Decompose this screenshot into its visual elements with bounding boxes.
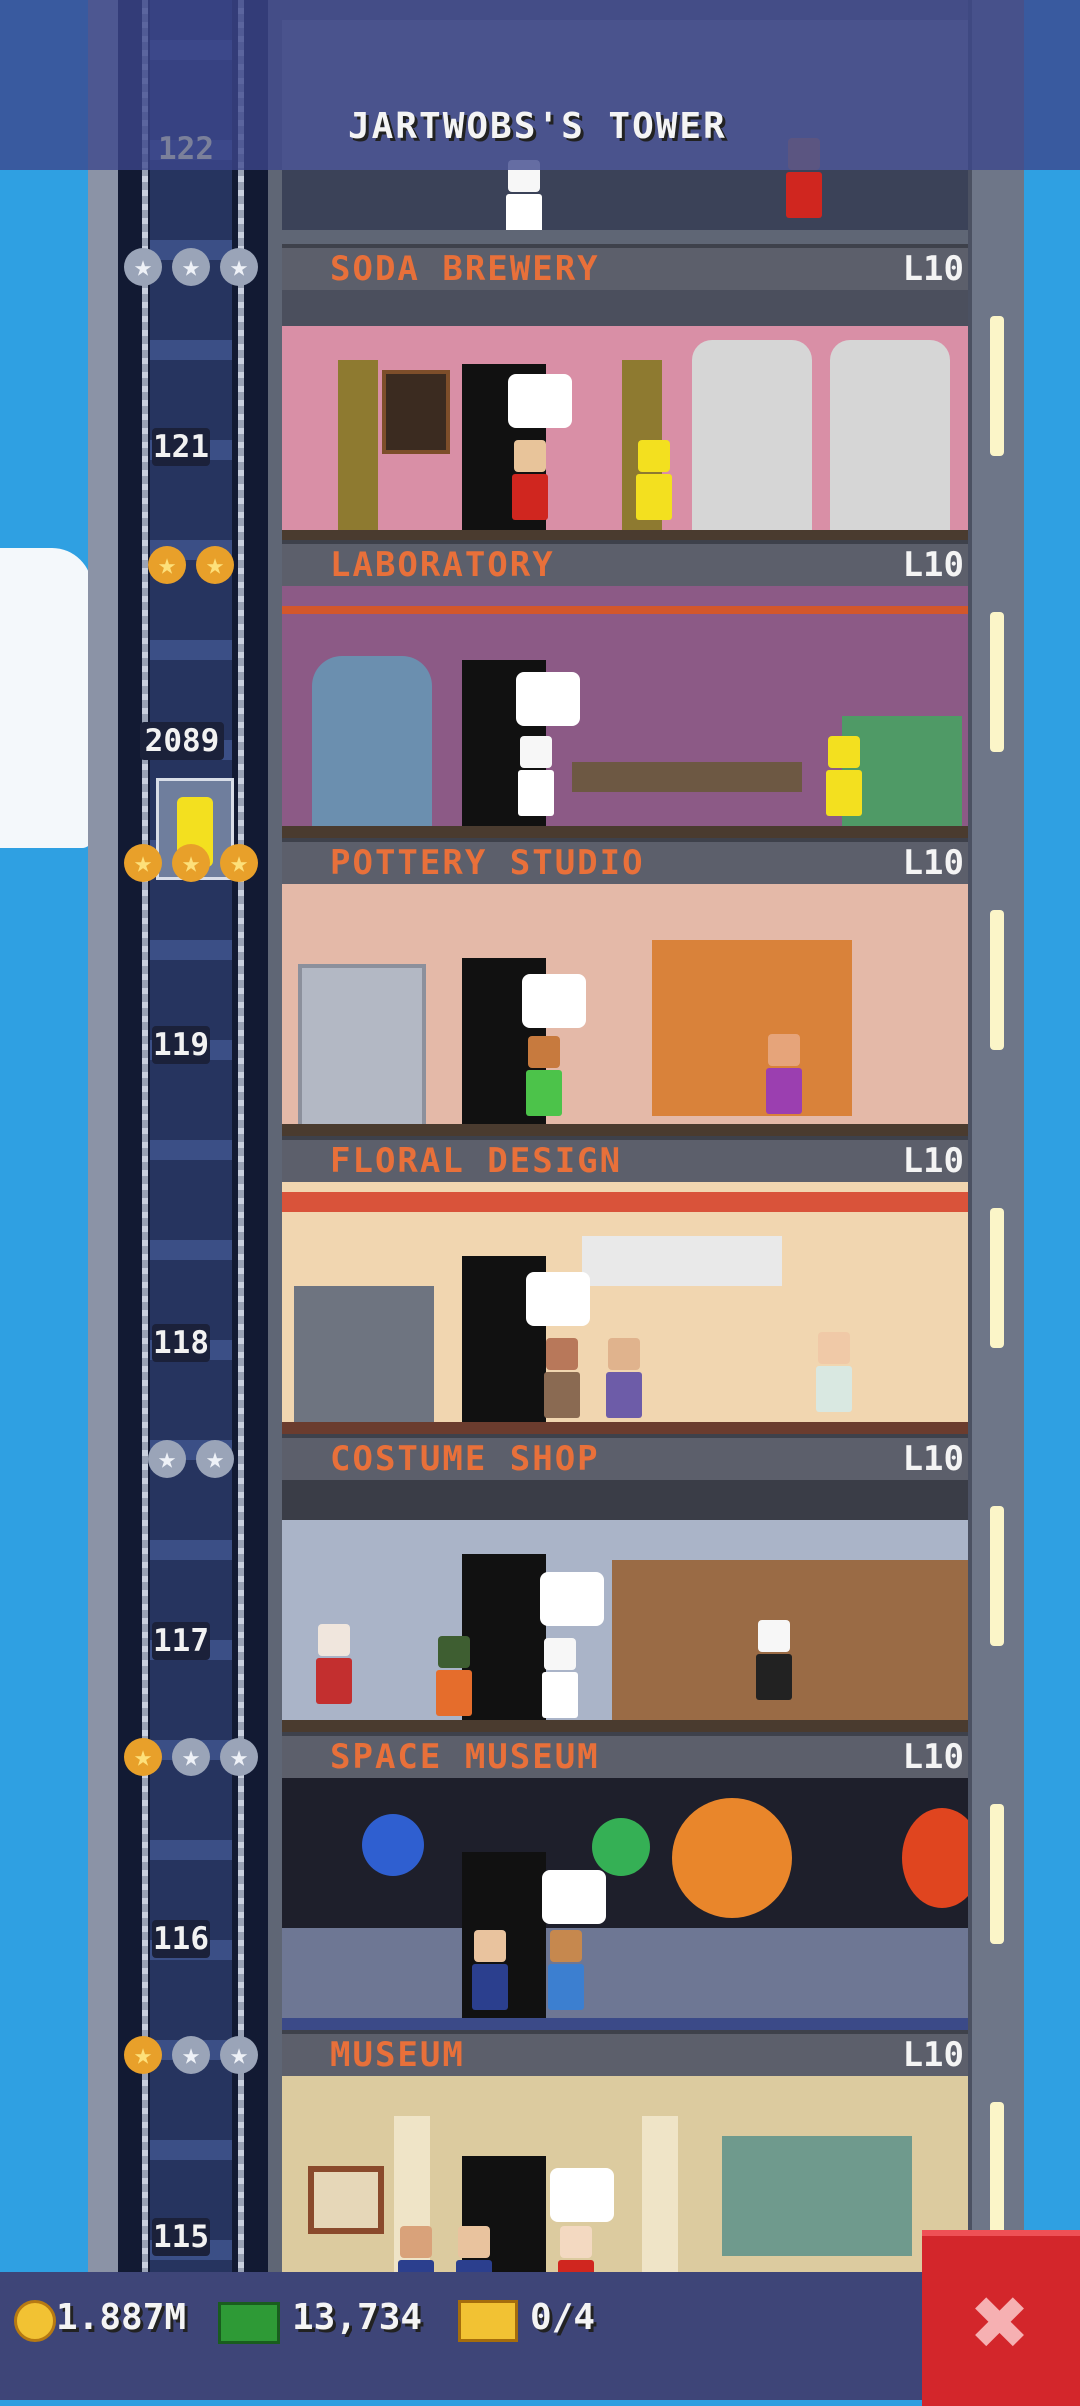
coins-count: 1.887M <box>56 2297 187 2338</box>
floor-number: 121 <box>152 428 210 466</box>
elevator-rail-right <box>238 0 244 2290</box>
bitizen[interactable] <box>812 1332 856 1412</box>
floor-number: 122 <box>158 131 214 167</box>
floor-number: 118 <box>152 1324 210 1362</box>
close-button[interactable]: ✖ <box>922 2230 1080 2406</box>
speech-bubble[interactable] <box>550 2168 614 2222</box>
bitizen[interactable] <box>452 2226 496 2272</box>
floor-number: 115 <box>152 2218 210 2256</box>
speech-bubble[interactable] <box>540 1572 604 1626</box>
room-museum[interactable] <box>282 2076 968 2272</box>
floor-header[interactable]: SODA BREWERY L10 <box>282 244 968 290</box>
bitizen[interactable] <box>762 1034 806 1114</box>
gold-star-icon: ★ <box>124 1738 162 1776</box>
floor-name: SODA BREWERY <box>330 249 600 289</box>
floor-light <box>990 2102 1004 2242</box>
floor-name: POTTERY STUDIO <box>330 843 645 883</box>
floor-level: L10 <box>902 545 964 585</box>
room-laboratory[interactable] <box>282 586 968 844</box>
floor-light <box>990 910 1004 1050</box>
speech-bubble[interactable] <box>522 974 586 1028</box>
bitizen[interactable] <box>632 440 676 520</box>
room-pottery-studio[interactable] <box>282 884 968 1142</box>
gold-star-icon: ★ <box>124 844 162 882</box>
silver-star-icon: ★ <box>148 1440 186 1478</box>
cash-icon <box>218 2302 280 2344</box>
silver-star-icon: ★ <box>172 1738 210 1776</box>
speech-bubble[interactable] <box>526 1272 590 1326</box>
silver-star-icon: ★ <box>220 1738 258 1776</box>
floor-level: L10 <box>902 1141 964 1181</box>
floor-light <box>990 316 1004 456</box>
floor-header[interactable]: SPACE MUSEUM L10 <box>282 1732 968 1778</box>
bitizen[interactable] <box>540 1338 584 1418</box>
room-costume-shop[interactable] <box>282 1480 968 1738</box>
speech-bubble[interactable] <box>542 1870 606 1924</box>
floor-number: 116 <box>152 1920 210 1958</box>
gold-star-icon: ★ <box>196 546 234 584</box>
bitizen[interactable] <box>538 1638 582 1718</box>
floor-light <box>990 1208 1004 1348</box>
bitizen[interactable] <box>752 1620 796 1700</box>
bitizen[interactable] <box>312 1624 356 1704</box>
elevator-rail-left <box>142 0 148 2290</box>
floor-name: FLORAL DESIGN <box>330 1141 623 1181</box>
close-icon: ✖ <box>972 2266 1030 2378</box>
floor-level: L10 <box>902 1737 964 1777</box>
gold-star-icon: ★ <box>124 2036 162 2074</box>
gold-star-icon: ★ <box>220 844 258 882</box>
tower-left-pillar <box>88 0 118 2290</box>
bitizen[interactable] <box>522 1036 566 1116</box>
floor-name: LABORATORY <box>330 545 555 585</box>
bitizen[interactable] <box>502 160 546 230</box>
floor-name: COSTUME SHOP <box>330 1439 600 1479</box>
bitizen[interactable] <box>432 1636 476 1716</box>
silver-star-icon: ★ <box>220 248 258 286</box>
floor-header[interactable]: LABORATORY L10 <box>282 540 968 586</box>
floor-header[interactable]: POTTERY STUDIO L10 <box>282 838 968 884</box>
ticket-icon <box>458 2300 518 2342</box>
room-soda-brewery[interactable] <box>282 290 968 548</box>
floor-level: L10 <box>902 1439 964 1479</box>
floor-light <box>990 1804 1004 1944</box>
bitizen[interactable] <box>554 2226 598 2272</box>
bux-count: 13,734 <box>292 2297 423 2338</box>
floor-level: L10 <box>902 2035 964 2075</box>
floor-name: MUSEUM <box>330 2035 465 2075</box>
speech-bubble[interactable] <box>516 672 580 726</box>
bitizen[interactable] <box>514 736 558 816</box>
floor-header[interactable]: COSTUME SHOP L10 <box>282 1434 968 1480</box>
bitizen[interactable] <box>822 736 866 816</box>
tower-title: JARTWOBS'S TOWER <box>348 106 727 147</box>
bitizen[interactable] <box>602 1338 646 1418</box>
tickets-count: 0/4 <box>530 2297 596 2338</box>
silver-star-icon: ★ <box>172 2036 210 2074</box>
floor-number: 2089 <box>140 722 224 760</box>
floor-light <box>990 612 1004 752</box>
floor-header[interactable]: FLORAL DESIGN L10 <box>282 1136 968 1182</box>
cloud <box>0 548 92 848</box>
silver-star-icon: ★ <box>172 248 210 286</box>
gold-star-icon: ★ <box>172 844 210 882</box>
silver-star-icon: ★ <box>124 248 162 286</box>
speech-bubble[interactable] <box>508 374 572 428</box>
floor-light <box>990 1506 1004 1646</box>
silver-star-icon: ★ <box>196 1440 234 1478</box>
floor-header[interactable]: MUSEUM L10 <box>282 2030 968 2076</box>
floor-number: 117 <box>152 1622 210 1660</box>
floor-number: 119 <box>152 1026 210 1064</box>
room-space-museum[interactable] <box>282 1778 968 2036</box>
gold-star-icon: ★ <box>148 546 186 584</box>
floor-level: L10 <box>902 249 964 289</box>
bitizen[interactable] <box>394 2226 438 2272</box>
bitizen[interactable] <box>468 1930 512 2010</box>
silver-star-icon: ★ <box>220 2036 258 2074</box>
bitizen[interactable] <box>508 440 552 520</box>
room-floral-design[interactable] <box>282 1182 968 1440</box>
floor-name: SPACE MUSEUM <box>330 1737 600 1777</box>
coin-icon <box>14 2300 56 2342</box>
bitizen[interactable] <box>544 1930 588 2010</box>
floor-level: L10 <box>902 843 964 883</box>
